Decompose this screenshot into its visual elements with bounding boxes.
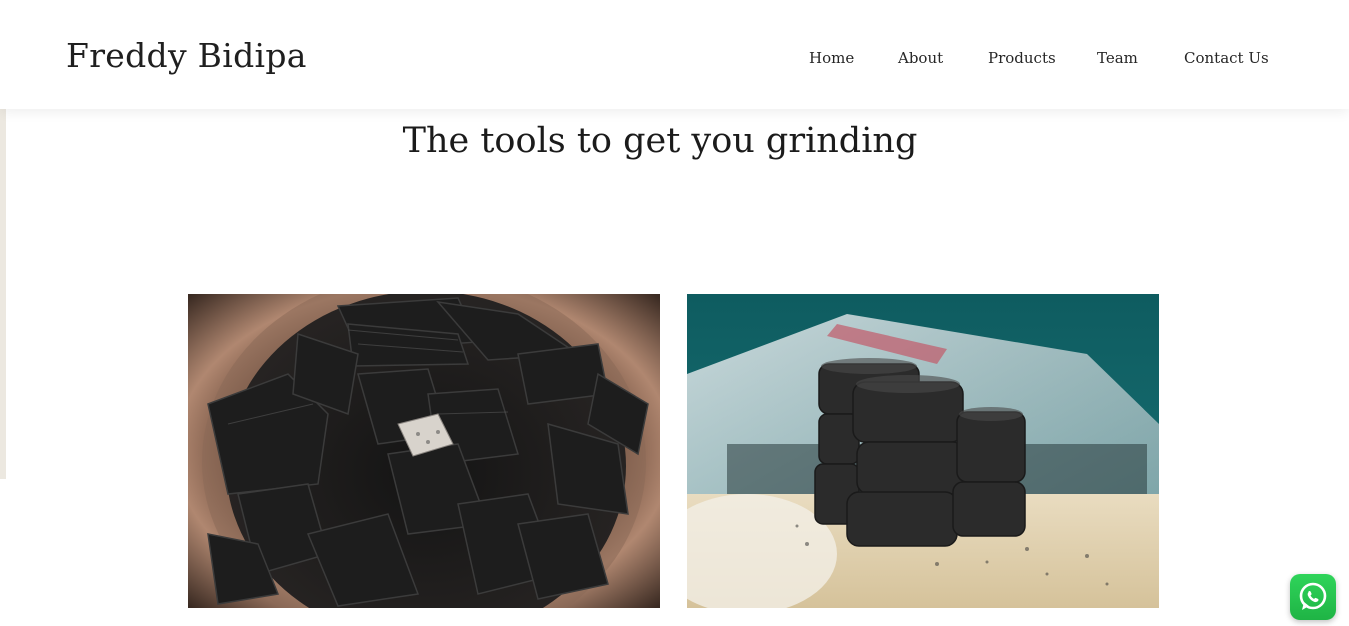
nav-team[interactable]: Team bbox=[1097, 49, 1138, 67]
whatsapp-chat-button[interactable] bbox=[1290, 574, 1336, 620]
nav-contact-us[interactable]: Contact Us bbox=[1184, 49, 1269, 67]
nav-about[interactable]: About bbox=[898, 49, 943, 67]
nav-products[interactable]: Products bbox=[988, 49, 1056, 67]
site-header: Freddy Bidipa Home About Products Team C… bbox=[0, 0, 1349, 109]
gallery-image-charcoal-briquettes bbox=[687, 294, 1159, 608]
main-nav: Home About Products Team Contact Us bbox=[0, 49, 1349, 71]
briquette-illustration bbox=[687, 294, 1159, 608]
gallery-image-charcoal-lumps bbox=[188, 294, 660, 608]
charcoal-bowl-illustration bbox=[188, 294, 660, 608]
whatsapp-icon bbox=[1299, 582, 1327, 610]
nav-home[interactable]: Home bbox=[809, 49, 854, 67]
page-headline: The tools to get you grinding bbox=[402, 121, 918, 161]
